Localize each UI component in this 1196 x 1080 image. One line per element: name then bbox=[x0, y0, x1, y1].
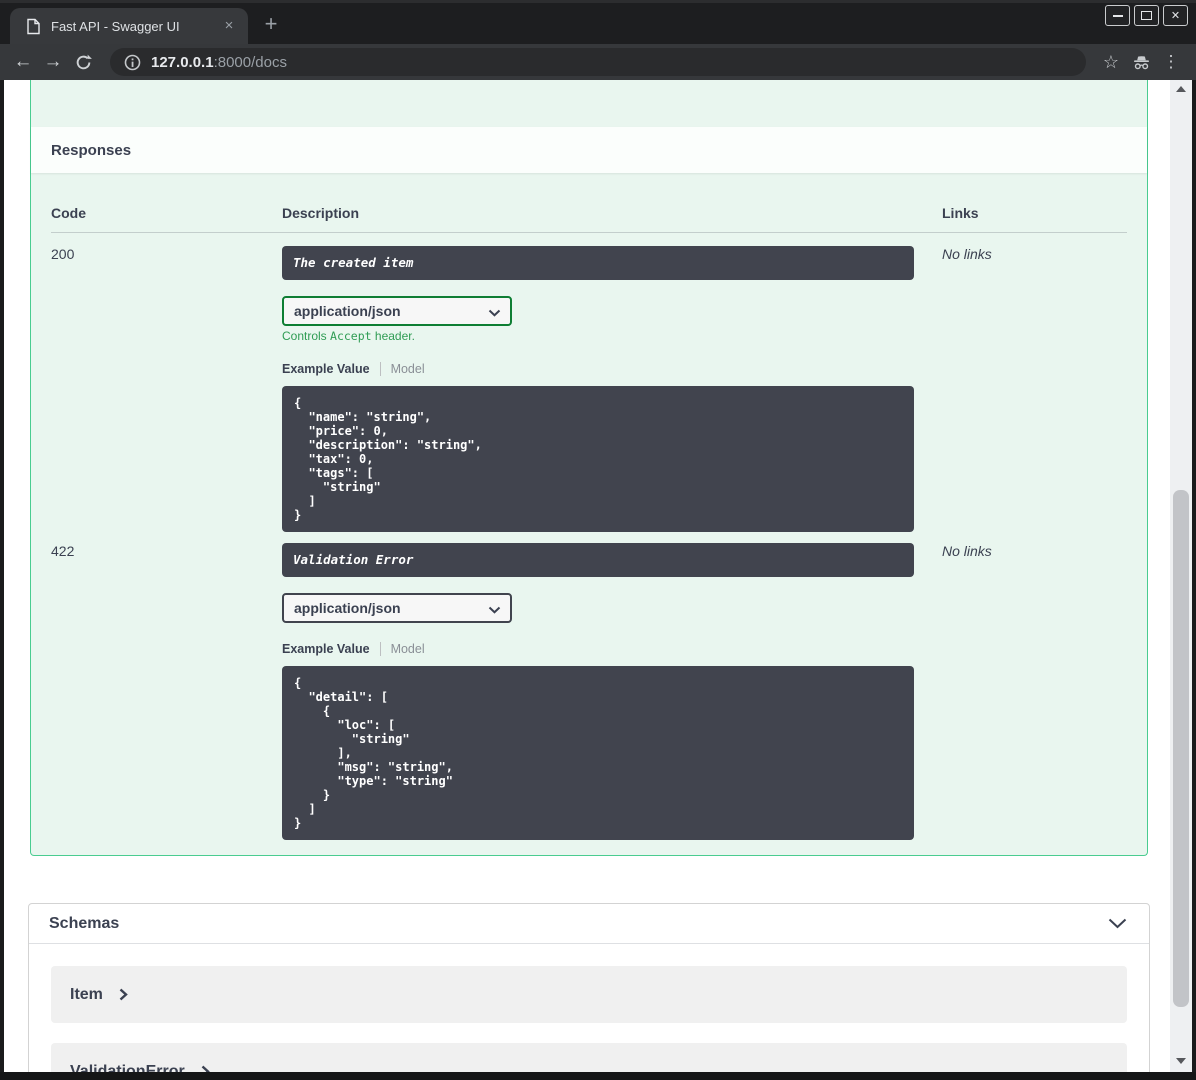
browser-toolbar: ← → 127.0.0.1:8000/docs ☆ ⋮ bbox=[0, 44, 1196, 80]
links-cell: No links bbox=[942, 246, 992, 262]
response-row-200: 200 The created item application/json Co… bbox=[51, 233, 1127, 532]
scroll-up-button[interactable] bbox=[1170, 82, 1192, 96]
links-cell: No links bbox=[942, 543, 992, 559]
response-row-422: 422 Validation Error application/json Ex… bbox=[51, 532, 1127, 840]
post-opblock: Responses Code Description Links 200 The… bbox=[30, 80, 1148, 856]
schema-item-row[interactable]: ValidationError bbox=[51, 1043, 1127, 1072]
chevron-right-icon bbox=[119, 988, 128, 1001]
reload-icon bbox=[76, 54, 92, 69]
profile-button[interactable] bbox=[1126, 48, 1156, 76]
media-type-value: application/json bbox=[294, 303, 401, 319]
response-description-box: The created item bbox=[282, 246, 914, 280]
close-button[interactable]: ✕ bbox=[1163, 5, 1188, 26]
response-code: 422 bbox=[51, 543, 75, 559]
chevron-right-icon bbox=[201, 1065, 210, 1072]
response-description-box: Validation Error bbox=[282, 543, 914, 577]
menu-button[interactable]: ⋮ bbox=[1156, 48, 1186, 76]
schema-label: Item bbox=[70, 985, 103, 1003]
site-info-icon[interactable] bbox=[124, 54, 141, 71]
tab-example-value[interactable]: Example Value bbox=[282, 642, 370, 656]
back-button[interactable]: ← bbox=[8, 48, 38, 76]
minimize-button[interactable] bbox=[1105, 5, 1130, 26]
bookmark-star-button[interactable]: ☆ bbox=[1096, 48, 1126, 76]
example-model-tabs: Example Value Model bbox=[282, 641, 914, 656]
scroll-down-icon bbox=[1176, 1058, 1186, 1064]
reload-button[interactable] bbox=[68, 48, 98, 76]
tab-separator bbox=[379, 641, 381, 656]
tab-model[interactable]: Model bbox=[391, 642, 425, 656]
scroll-up-icon bbox=[1176, 86, 1186, 92]
document-icon bbox=[27, 18, 40, 34]
column-header-code: Code bbox=[51, 204, 86, 221]
tab-title: Fast API - Swagger UI bbox=[51, 18, 180, 34]
column-header-links: Links bbox=[942, 204, 979, 221]
scroll-down-button[interactable] bbox=[1170, 1054, 1192, 1068]
media-type-select[interactable]: application/json bbox=[282, 296, 512, 326]
responses-section-header: Responses bbox=[31, 127, 1147, 173]
tab-separator bbox=[379, 361, 381, 376]
address-bar[interactable]: 127.0.0.1:8000/docs bbox=[110, 48, 1086, 76]
chevron-down-icon[interactable] bbox=[1108, 918, 1127, 929]
new-tab-button[interactable]: + bbox=[258, 12, 284, 38]
window-top-edge bbox=[0, 0, 1196, 3]
browser-tab[interactable]: Fast API - Swagger UI × bbox=[10, 8, 248, 44]
column-header-description: Description bbox=[282, 204, 360, 221]
schemas-body: Item ValidationError bbox=[29, 944, 1149, 1072]
window-controls: ✕ bbox=[1105, 5, 1188, 26]
chevron-down-icon bbox=[488, 309, 501, 317]
chevron-down-icon bbox=[488, 606, 501, 614]
url-host: 127.0.0.1 bbox=[151, 53, 214, 71]
url-path: :8000/docs bbox=[213, 53, 287, 71]
media-type-value: application/json bbox=[294, 600, 401, 616]
browser-window: Fast API - Swagger UI × + ✕ ← → 127.0.0.… bbox=[0, 0, 1196, 1080]
example-model-tabs: Example Value Model bbox=[282, 361, 914, 376]
responses-table: Code Description Links 200 The created i… bbox=[51, 193, 1127, 840]
forward-button[interactable]: → bbox=[38, 48, 68, 76]
accept-header-hint: Controls Accept header. bbox=[282, 329, 415, 343]
schema-item-row[interactable]: Item bbox=[51, 966, 1127, 1023]
schemas-title: Schemas bbox=[49, 914, 120, 932]
example-json-block: { "detail": [ { "loc": [ "string" ], "ms… bbox=[282, 666, 914, 840]
url-text[interactable]: 127.0.0.1:8000/docs bbox=[151, 54, 287, 71]
swagger-page: Responses Code Description Links 200 The… bbox=[4, 80, 1170, 1072]
schemas-header[interactable]: Schemas bbox=[29, 904, 1149, 944]
scrollbar[interactable] bbox=[1170, 80, 1192, 1072]
responses-table-header: Code Description Links bbox=[51, 193, 1127, 233]
media-type-select[interactable]: application/json bbox=[282, 593, 512, 623]
window-right-edge bbox=[1192, 80, 1196, 1072]
page-content: Responses Code Description Links 200 The… bbox=[0, 80, 1196, 1072]
example-json-block: { "name": "string", "price": 0, "descrip… bbox=[282, 386, 914, 532]
titlebar: Fast API - Swagger UI × + ✕ bbox=[0, 0, 1196, 44]
window-bottom-edge bbox=[0, 1072, 1196, 1080]
response-code: 200 bbox=[51, 246, 75, 262]
tab-model[interactable]: Model bbox=[391, 362, 425, 376]
maximize-button[interactable] bbox=[1134, 5, 1159, 26]
incognito-icon bbox=[1133, 55, 1149, 69]
schemas-section: Schemas Item ValidationError bbox=[28, 903, 1150, 1072]
tab-example-value[interactable]: Example Value bbox=[282, 362, 370, 376]
responses-title: Responses bbox=[51, 141, 132, 159]
scrollbar-thumb[interactable] bbox=[1173, 490, 1189, 1007]
maximize-icon bbox=[1141, 11, 1152, 20]
schema-label: ValidationError bbox=[70, 1062, 185, 1073]
tab-close-button[interactable]: × bbox=[220, 17, 238, 35]
minimize-icon bbox=[1112, 14, 1123, 17]
